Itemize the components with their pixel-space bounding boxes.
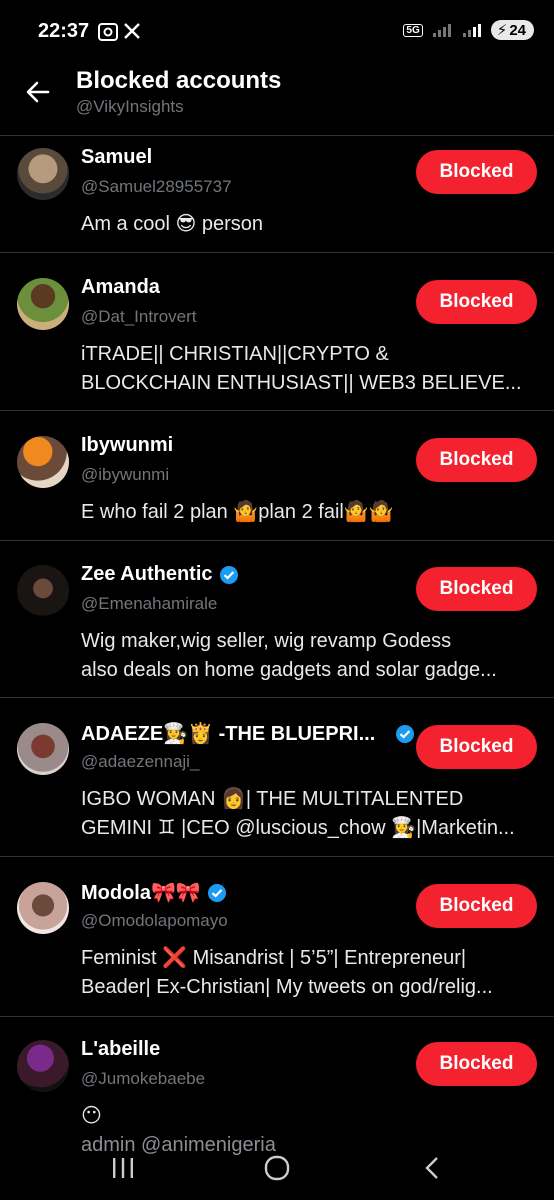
avatar[interactable]: [17, 882, 69, 934]
avatar[interactable]: [17, 278, 69, 330]
signal-icon-2: [462, 24, 481, 37]
user-name[interactable]: Amanda: [81, 276, 160, 299]
list-item[interactable]: ADAEZE👩‍🍳👸 -THE BLUEPRI... @adaezennaji_…: [0, 711, 554, 856]
user-bio: iTRADE|| CHRISTIAN||CRYPTO & BLOCKCHAIN …: [81, 343, 522, 394]
blocked-button[interactable]: Blocked: [416, 567, 537, 611]
avatar[interactable]: [17, 1040, 69, 1092]
list-item[interactable]: Amanda @Dat_Introvert Blocked iTRADE|| C…: [0, 266, 554, 409]
x-logo-icon: [124, 23, 140, 39]
blocked-button[interactable]: Blocked: [416, 725, 537, 769]
network-label: 5G: [403, 23, 423, 37]
battery-level: 24: [509, 21, 526, 39]
home-icon[interactable]: [263, 1154, 291, 1182]
back-nav-icon[interactable]: [422, 1154, 442, 1182]
user-bio: IGBO WOMAN 👩| THE MULTITALENTED GEMINI ♊…: [81, 788, 515, 839]
verified-badge-icon: [396, 725, 414, 743]
status-bar: 22:37 5G ⚡ 24: [0, 0, 554, 64]
list-item[interactable]: L'abeille @Jumokebaebe Blocked 😶 admin @…: [0, 1028, 554, 1158]
blocked-button[interactable]: Blocked: [416, 280, 537, 324]
back-arrow-icon[interactable]: [24, 78, 52, 106]
system-nav-bar: [0, 1140, 554, 1200]
list-item[interactable]: Samuel @Samuel28955737 Blocked Am a cool…: [0, 136, 554, 252]
list-item[interactable]: Zee Authentic @Emenahamirale Blocked Wig…: [0, 553, 554, 696]
divider: [0, 856, 554, 857]
divider: [0, 252, 554, 253]
user-handle: @Dat_Introvert: [81, 307, 197, 326]
user-name[interactable]: Ibywunmi: [81, 434, 173, 457]
user-handle: @Emenahamirale: [81, 594, 218, 613]
account-handle: @VikyInsights: [76, 97, 184, 116]
divider: [0, 410, 554, 411]
user-handle: @Samuel28955737: [81, 177, 232, 196]
divider: [0, 1016, 554, 1017]
battery-indicator: ⚡ 24: [490, 20, 534, 40]
list-item[interactable]: Ibywunmi @ibywunmi Blocked E who fail 2 …: [0, 424, 554, 539]
divider: [0, 540, 554, 541]
blocked-button[interactable]: Blocked: [416, 1042, 537, 1086]
screenshot-icon: [98, 23, 118, 41]
user-handle: @adaezennaji_: [81, 752, 200, 771]
user-bio: Am a cool 😎 person: [81, 213, 264, 235]
user-name[interactable]: Samuel: [81, 146, 152, 169]
user-bio: Feminist ❌ Misandrist | 5’5”| Entreprene…: [81, 947, 493, 998]
user-name[interactable]: L'abeille: [81, 1038, 160, 1061]
charging-icon: ⚡: [496, 22, 508, 39]
verified-badge-icon: [207, 883, 226, 902]
signal-icon: [432, 24, 451, 37]
user-name[interactable]: ADAEZE👩‍🍳👸 -THE BLUEPRI...: [81, 721, 375, 746]
verified-badge-icon: [219, 565, 238, 584]
user-bio: E who fail 2 plan 🤷plan 2 fail🤷🤷: [81, 501, 394, 523]
blocked-button[interactable]: Blocked: [416, 438, 537, 482]
blocked-button[interactable]: Blocked: [416, 884, 537, 928]
list-item[interactable]: Modola🎀🎀 @Omodolapomayo Blocked Feminist…: [0, 870, 554, 1016]
user-name[interactable]: Modola🎀🎀: [81, 880, 227, 905]
divider: [0, 697, 554, 698]
user-handle: @Jumokebaebe: [81, 1069, 206, 1088]
user-name[interactable]: Zee Authentic: [81, 563, 239, 586]
user-bio: Wig maker,wig seller, wig revamp Godess …: [81, 630, 497, 681]
avatar[interactable]: [17, 148, 69, 200]
status-right: 5G ⚡ 24: [403, 20, 534, 40]
status-time: 22:37: [38, 20, 90, 42]
avatar[interactable]: [17, 565, 69, 617]
user-handle: @Omodolapomayo: [81, 911, 228, 930]
blocked-button[interactable]: Blocked: [416, 150, 537, 194]
recent-apps-icon[interactable]: [110, 1156, 136, 1180]
user-handle: @ibywunmi: [81, 465, 170, 484]
avatar[interactable]: [17, 723, 69, 775]
avatar[interactable]: [17, 436, 69, 488]
page-title: Blocked accounts: [76, 67, 282, 94]
